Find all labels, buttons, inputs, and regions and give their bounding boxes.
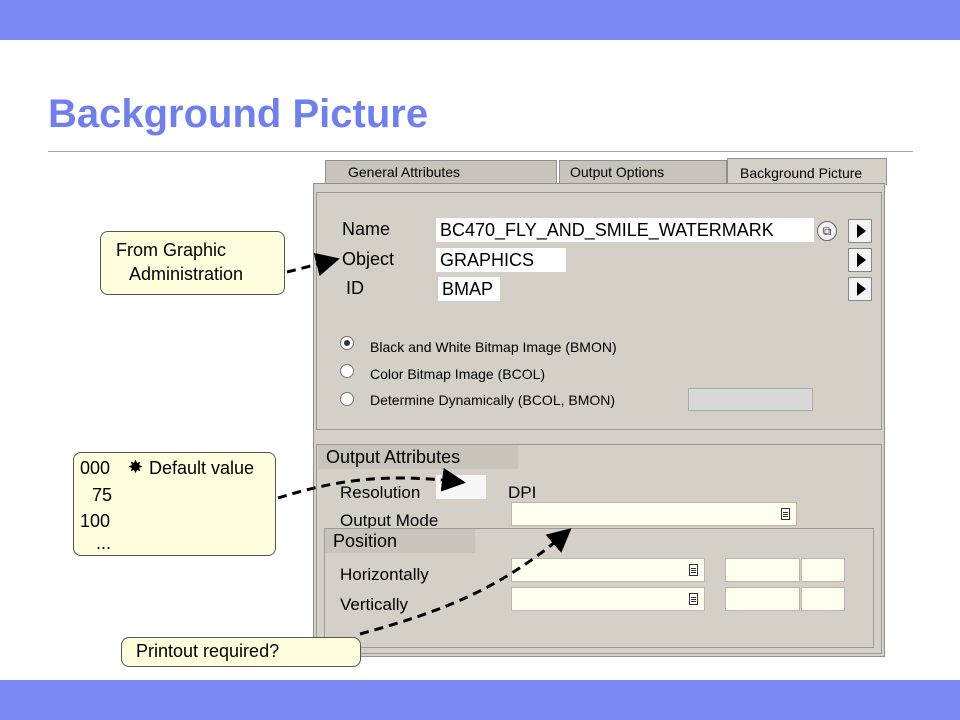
value-help-icon[interactable] xyxy=(781,508,790,520)
horizontal-dropdown[interactable] xyxy=(511,558,705,582)
object-field[interactable]: GRAPHICS xyxy=(436,248,566,272)
object-navigate-button[interactable] xyxy=(848,248,872,272)
dpi-value: 75 xyxy=(92,485,113,505)
radio-dynamic[interactable] xyxy=(340,392,354,406)
radio-bmon[interactable] xyxy=(340,336,354,350)
resolution-field[interactable] xyxy=(436,475,486,499)
horizontal-label: Horizontally xyxy=(340,565,429,584)
output-mode-dropdown[interactable] xyxy=(511,502,797,526)
vertical-label: Vertically xyxy=(340,595,409,614)
page-title: Background Picture xyxy=(48,92,429,136)
dynamic-value-field xyxy=(688,388,813,411)
name-label: Name xyxy=(342,219,391,239)
object-label: Object xyxy=(342,249,395,269)
dpi-values-callout: 000 ✸ Default value 75 100 ... xyxy=(73,452,276,556)
radio-bcol[interactable] xyxy=(340,364,354,378)
value-help-icon[interactable] xyxy=(689,564,698,576)
resolution-unit: DPI xyxy=(508,483,537,502)
radio-bmon-label: Black and White Bitmap Image (BMON) xyxy=(370,339,617,355)
callout-text: From Graphic xyxy=(116,240,227,260)
horizontal-unit-field[interactable] xyxy=(801,558,845,582)
callout-text: Printout required? xyxy=(136,641,280,661)
default-marker-icon: ✸ xyxy=(128,457,144,477)
vertical-value-field[interactable] xyxy=(725,587,800,611)
id-field[interactable]: BMAP xyxy=(438,277,500,301)
radio-dynamic-label: Determine Dynamically (BCOL, BMON) xyxy=(370,392,616,408)
graphic-admin-callout: From Graphic Administration xyxy=(100,231,285,295)
vertical-dropdown[interactable] xyxy=(511,587,705,611)
name-field[interactable]: BC470_FLY_AND_SMILE_WATERMARK xyxy=(436,218,814,242)
id-navigate-button[interactable] xyxy=(848,277,872,301)
title-divider xyxy=(48,151,913,152)
printout-callout: Printout required? xyxy=(121,637,361,667)
tab-output-options[interactable]: Output Options xyxy=(559,160,727,184)
dpi-value: ... xyxy=(96,533,112,553)
position-header: Position xyxy=(325,529,475,553)
id-label: ID xyxy=(346,278,364,298)
radio-bcol-label: Color Bitmap Image (BCOL) xyxy=(370,366,546,382)
dpi-value: 000 xyxy=(80,458,111,478)
output-attributes-header: Output Attributes xyxy=(318,445,518,469)
vertical-unit-field[interactable] xyxy=(801,587,845,611)
tab-strip: General Attributes Output Options Backgr… xyxy=(313,158,888,185)
name-navigate-button[interactable] xyxy=(848,219,872,243)
default-value-text: Default value xyxy=(149,458,255,478)
horizontal-value-field[interactable] xyxy=(725,558,800,582)
display-graphic-icon[interactable]: ⧉ xyxy=(817,221,837,241)
tab-general-attributes[interactable]: General Attributes xyxy=(325,160,557,184)
top-band xyxy=(0,0,960,40)
bottom-band xyxy=(0,680,960,720)
value-help-icon[interactable] xyxy=(689,593,698,605)
dpi-value: 100 xyxy=(80,511,111,531)
resolution-label: Resolution xyxy=(340,483,421,502)
callout-text: Administration xyxy=(129,264,244,284)
tab-background-picture[interactable]: Background Picture xyxy=(727,158,887,185)
